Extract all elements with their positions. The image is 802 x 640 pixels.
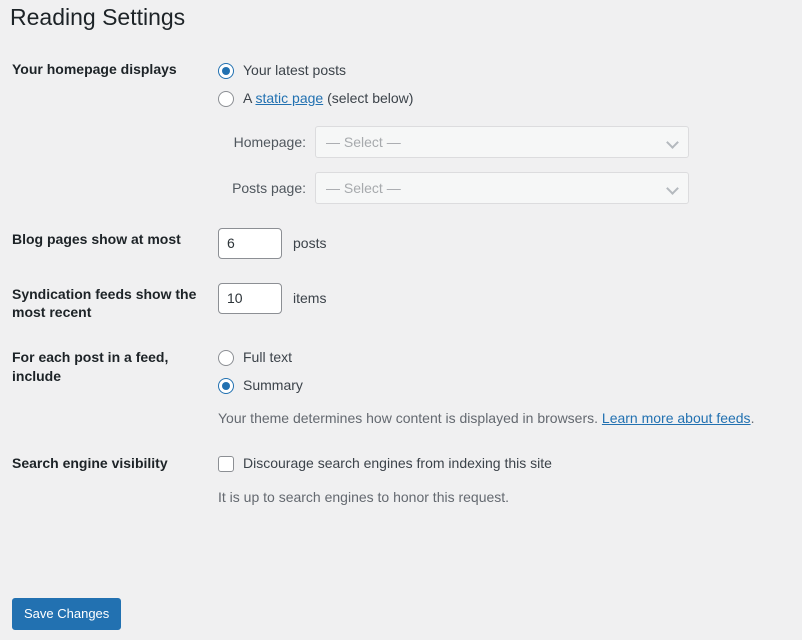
- select-homepage-value: — Select —: [326, 133, 401, 150]
- submit-row: Save Changes: [12, 598, 122, 630]
- label-feed-include: For each post in a feed, include: [12, 349, 169, 384]
- label-posts-page-select: Posts page:: [232, 179, 306, 196]
- label-homepage-displays: Your homepage displays: [12, 61, 177, 77]
- syndication-control: 10 items: [218, 283, 792, 314]
- row-feed-include: For each post in a feed, include Full te…: [0, 335, 802, 441]
- row-search-engine-visibility: Search engine visibility Discourage sear…: [0, 441, 802, 520]
- radio-full-text-label: Full text: [243, 349, 293, 366]
- cell-feed-include: Full text Summary Your theme determines …: [218, 335, 802, 441]
- label-search-engine-visibility: Search engine visibility: [12, 455, 168, 472]
- visibility-description: It is up to search engines to honor this…: [218, 489, 510, 506]
- radio-option-latest-posts[interactable]: Your latest posts: [218, 60, 792, 81]
- radio-option-static-page[interactable]: A static page (select below): [218, 88, 792, 109]
- row-homepage-displays: Your homepage displays Your latest posts…: [0, 48, 802, 216]
- cell-blog-pages: 6 posts: [218, 216, 802, 271]
- discourage-checkbox-label: Discourage search engines from indexing …: [243, 455, 552, 472]
- feed-include-description: Your theme determines how content is dis…: [218, 408, 792, 429]
- label-syndication-feeds: Syndication feeds show the most recent: [12, 286, 197, 321]
- discourage-checkbox-icon[interactable]: [218, 455, 234, 472]
- cell-syndication-feeds: 10 items: [218, 271, 802, 335]
- radio-option-full-text[interactable]: Full text: [218, 347, 792, 368]
- radio-option-summary[interactable]: Summary: [218, 375, 792, 396]
- static-page-link[interactable]: static page: [255, 90, 323, 106]
- static-page-prefix: A: [243, 90, 256, 106]
- feed-description-suffix: .: [750, 410, 755, 427]
- blog-pages-unit: posts: [293, 235, 327, 251]
- radio-full-text-icon[interactable]: [218, 349, 234, 366]
- learn-more-feeds-link[interactable]: Learn more about feeds: [602, 410, 751, 426]
- chevron-down-icon: [667, 136, 679, 148]
- select-posts-page-value: — Select —: [326, 179, 401, 196]
- blog-pages-control: 6 posts: [218, 228, 792, 259]
- label-blog-pages: Blog pages show at most: [12, 231, 181, 247]
- radio-static-page-icon[interactable]: [218, 90, 234, 107]
- reading-settings-page: Reading Settings Your homepage displays …: [0, 0, 802, 640]
- static-page-selectors: Homepage: — Select — Posts page: — Selec…: [218, 126, 792, 204]
- radio-summary-icon[interactable]: [218, 377, 234, 394]
- syndication-input[interactable]: 10: [218, 283, 282, 314]
- static-page-suffix: (select below): [323, 90, 414, 106]
- row-syndication-feeds: Syndication feeds show the most recent 1…: [0, 271, 802, 335]
- row-blog-pages: Blog pages show at most 6 posts: [0, 216, 802, 271]
- select-homepage[interactable]: — Select —: [315, 126, 689, 158]
- label-homepage-select: Homepage:: [233, 133, 306, 150]
- blog-pages-input[interactable]: 6: [218, 228, 282, 259]
- chevron-down-icon: [667, 182, 679, 194]
- radio-latest-posts-label: Your latest posts: [243, 62, 346, 78]
- radio-summary-label: Summary: [243, 377, 303, 394]
- radio-latest-posts-icon[interactable]: [218, 62, 234, 79]
- static-row-homepage: Homepage: — Select —: [218, 126, 792, 158]
- static-row-posts-page: Posts page: — Select —: [218, 172, 792, 204]
- cell-homepage-displays: Your latest posts A static page (select …: [218, 48, 802, 216]
- feed-description-text: Your theme determines how content is dis…: [218, 410, 602, 427]
- save-changes-button[interactable]: Save Changes: [12, 598, 122, 630]
- syndication-unit: items: [293, 290, 327, 306]
- cell-search-engine-visibility: Discourage search engines from indexing …: [218, 441, 802, 520]
- settings-form-table: Your homepage displays Your latest posts…: [0, 48, 802, 520]
- checkbox-option-discourage[interactable]: Discourage search engines from indexing …: [218, 453, 792, 474]
- page-title: Reading Settings: [10, 4, 186, 30]
- radio-static-page-label: A static page (select below): [243, 88, 413, 109]
- select-posts-page[interactable]: — Select —: [315, 172, 689, 204]
